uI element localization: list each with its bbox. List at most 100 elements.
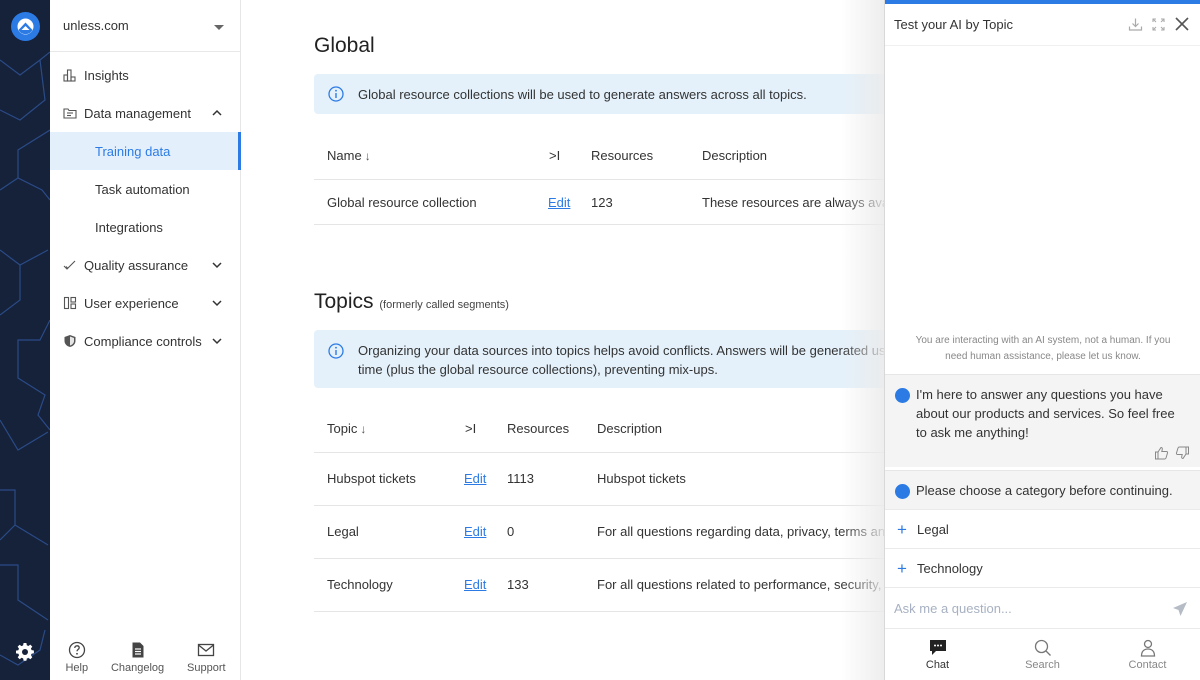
header-label: Topic: [327, 421, 358, 436]
category-option-legal[interactable]: + Legal: [885, 509, 1200, 548]
edit-link[interactable]: Edit: [464, 524, 486, 539]
resources-column-header: Resources: [591, 148, 654, 163]
changelog-link[interactable]: Changelog: [111, 641, 164, 674]
help-link[interactable]: Help: [65, 641, 88, 674]
option-label: Technology: [917, 560, 983, 576]
topic-name: Legal: [327, 524, 359, 539]
sidebar-item-task-automation[interactable]: Task automation: [50, 170, 240, 208]
table-header: Topic ↓ >I Resources Description: [314, 405, 894, 453]
chevron-down-icon[interactable]: [211, 297, 223, 309]
org-name: unless.com: [63, 18, 129, 33]
name-column-header[interactable]: Name ↓: [327, 148, 371, 163]
table-row: Legal Edit 0 For all questions regarding…: [314, 506, 902, 559]
changelog-label: Changelog: [110, 662, 165, 674]
info-line: time (plus the global resource collectio…: [358, 362, 718, 377]
edit-link[interactable]: Edit: [464, 577, 486, 592]
chevron-up-icon[interactable]: [211, 107, 223, 119]
sidebar-item-label: Integrations: [95, 219, 163, 235]
sidebar-item-label: Compliance controls: [84, 333, 202, 349]
close-icon[interactable]: [1174, 16, 1190, 32]
option-label: Legal: [917, 521, 949, 537]
ai-disclaimer: You are interacting with an AI system, n…: [915, 335, 1171, 362]
table-header: Name ↓ >I Resources Description: [314, 132, 894, 180]
support-link[interactable]: Support: [187, 641, 226, 674]
tab-label: Chat: [925, 659, 950, 671]
chat-title: Test your AI by Topic: [894, 17, 1013, 32]
sidebar-item-label: Quality assurance: [84, 257, 189, 273]
chevron-down-icon[interactable]: [211, 259, 223, 271]
chevron-down-icon[interactable]: [211, 335, 223, 347]
sidebar: unless.com Insights Data management Trai…: [50, 0, 241, 680]
bot-message: Please choose a category before continui…: [885, 470, 1200, 510]
plus-icon: +: [897, 519, 907, 539]
app-rail: [0, 0, 50, 680]
thumbs-down-icon[interactable]: [1175, 446, 1190, 460]
topic-description: For all questions regarding data, privac…: [597, 524, 903, 539]
caret-down-icon: [214, 25, 224, 30]
chat-input[interactable]: [885, 600, 1155, 616]
plus-icon: +: [897, 558, 907, 578]
shield-icon: [63, 334, 77, 348]
logo-icon: [17, 18, 34, 35]
sidebar-item-data-management[interactable]: Data management: [50, 94, 240, 132]
topic-name: Technology: [327, 577, 393, 592]
chat-bubble-icon: [929, 640, 946, 655]
help-label: Help: [65, 662, 89, 674]
jump-column-header[interactable]: >I: [465, 421, 476, 436]
download-icon[interactable]: [1128, 17, 1143, 32]
resources-count: 1113: [507, 471, 534, 486]
settings-gear-icon[interactable]: [15, 642, 35, 662]
sidebar-item-quality-assurance[interactable]: Quality assurance: [50, 246, 240, 284]
layout-icon: [63, 296, 77, 310]
header-label: Name: [327, 148, 362, 163]
info-line: Organizing your data sources into topics…: [358, 343, 903, 358]
resources-column-header: Resources: [507, 421, 570, 436]
bot-avatar-icon: [895, 484, 910, 499]
bar-chart-icon: [63, 68, 77, 82]
tab-chat[interactable]: Chat: [885, 630, 990, 680]
sidebar-item-compliance-controls[interactable]: Compliance controls: [50, 322, 240, 360]
double-check-icon: [63, 258, 77, 272]
help-circle-icon: [68, 641, 85, 659]
sidebar-item-training-data[interactable]: Training data: [50, 132, 241, 170]
global-section-title: Global: [314, 34, 375, 57]
sidebar-footer: Help Changelog Support: [50, 641, 241, 674]
jump-column-header[interactable]: >I: [549, 148, 560, 163]
bot-avatar-icon: [895, 388, 910, 403]
sidebar-item-label: Task automation: [95, 181, 190, 197]
folder-icon: [63, 106, 77, 120]
expand-icon[interactable]: [1151, 17, 1166, 32]
description-column-header: Description: [597, 421, 663, 436]
tab-contact[interactable]: Contact: [1095, 630, 1200, 680]
org-selector[interactable]: unless.com: [50, 0, 240, 52]
chat-header: Test your AI by Topic: [885, 4, 1200, 46]
info-icon: [328, 86, 344, 102]
chat-input-bar: [885, 587, 1200, 629]
topics-info-text: Organizing your data sources into topics…: [358, 341, 903, 388]
resources-count: 133: [507, 577, 529, 592]
info-icon: [328, 343, 344, 359]
sort-down-icon: ↓: [364, 149, 371, 163]
sidebar-item-integrations[interactable]: Integrations: [50, 208, 240, 246]
tab-search[interactable]: Search: [990, 630, 1095, 680]
category-option-technology[interactable]: + Technology: [885, 548, 1200, 587]
unless-logo[interactable]: [11, 12, 40, 41]
document-icon: [132, 642, 144, 658]
sidebar-item-user-experience[interactable]: User experience: [50, 284, 240, 322]
message-text: Please choose a category before continui…: [916, 483, 1173, 498]
edit-link[interactable]: Edit: [464, 471, 486, 486]
topic-column-header[interactable]: Topic ↓: [327, 421, 366, 436]
description-column-header: Description: [702, 148, 768, 163]
topic-description: Hubspot tickets: [597, 471, 686, 486]
sidebar-item-label: Data management: [84, 105, 191, 121]
thumbs-up-icon[interactable]: [1154, 446, 1169, 460]
send-icon[interactable]: [1172, 601, 1188, 617]
tab-label: Contact: [1128, 659, 1167, 671]
sidebar-item-insights[interactable]: Insights: [50, 56, 240, 94]
sort-down-icon: ↓: [360, 422, 367, 436]
global-table: Name ↓ >I Resources Description Global re…: [314, 132, 902, 225]
edit-link[interactable]: Edit: [548, 195, 570, 210]
topics-subtitle: (formerly called segments): [379, 299, 509, 311]
resources-count: 123: [591, 195, 613, 210]
table-row: Global resource collection Edit 123 Thes…: [314, 180, 902, 225]
